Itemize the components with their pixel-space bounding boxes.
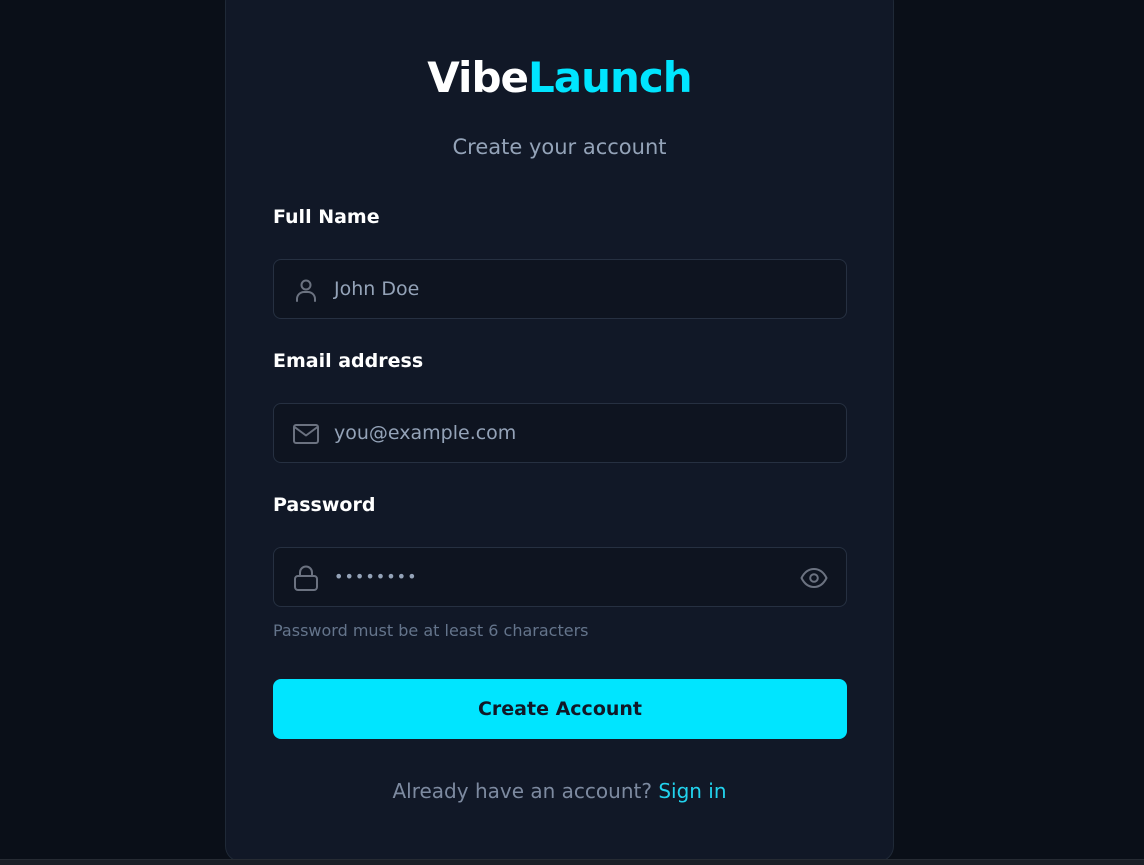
password-input[interactable]: •••••••• [334, 548, 418, 606]
signup-page: VibeLaunch Create your account Full Name… [0, 0, 1144, 865]
bottom-divider [0, 859, 1144, 865]
logo-text-vibe: Vibe [427, 53, 529, 102]
create-account-button[interactable]: Create Account [273, 679, 847, 739]
signin-prompt: Already have an account? Sign in [226, 776, 893, 806]
signup-card: VibeLaunch Create your account Full Name… [225, 0, 894, 862]
eye-icon[interactable] [800, 565, 828, 591]
email-input[interactable]: you@example.com [334, 404, 516, 462]
full-name-label: Full Name [273, 206, 380, 228]
password-hint: Password must be at least 6 characters [273, 621, 589, 640]
full-name-field[interactable]: John Doe [273, 259, 847, 319]
lock-icon [292, 564, 320, 592]
user-icon [292, 276, 320, 304]
page-subtitle: Create your account [452, 135, 667, 159]
email-field[interactable]: you@example.com [273, 403, 847, 463]
logo-text-launch: Launch [528, 53, 693, 102]
full-name-input[interactable]: John Doe [334, 260, 419, 318]
app-logo: VibeLaunch [226, 49, 893, 107]
password-field[interactable]: •••••••• [273, 547, 847, 607]
password-label: Password [273, 494, 376, 516]
email-label: Email address [273, 350, 424, 372]
mail-icon [292, 420, 320, 448]
signin-prompt-text: Already have an account? [392, 779, 652, 803]
sign-in-link[interactable]: Sign in [658, 779, 726, 803]
